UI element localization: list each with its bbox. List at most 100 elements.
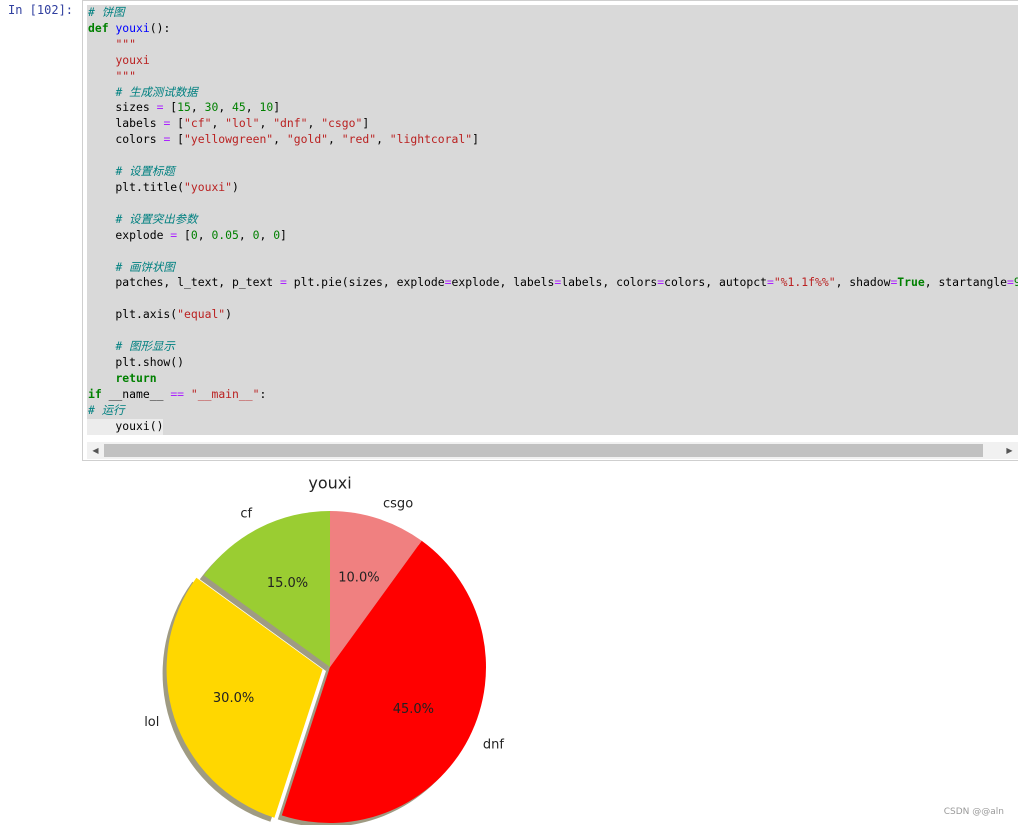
- code-token: ,: [190, 100, 205, 115]
- code-token: 0: [190, 227, 198, 242]
- scroll-right-icon[interactable]: ▶: [1001, 442, 1018, 459]
- cell-output: youxi cf 15.0% lol 30.0% dnf 45.0% csgo 10.0%: [82, 464, 602, 827]
- code-token: labels, colors: [561, 275, 658, 290]
- code-token: [: [177, 227, 191, 242]
- code-token: ]: [472, 132, 479, 147]
- code-text[interactable]: # 饼图 def youxi(): """ youxi """ # 生成测试数据…: [88, 5, 1018, 434]
- code-token: ): [232, 179, 239, 194]
- code-token: 90: [1013, 275, 1018, 290]
- code-token: # 图形显示: [115, 339, 175, 354]
- code-editor[interactable]: # 饼图 def youxi(): """ youxi """ # 生成测试数据…: [87, 5, 1018, 435]
- code-token: # 饼图: [88, 5, 125, 19]
- code-token: # 设置突出参数: [115, 211, 198, 226]
- code-token: sizes: [88, 100, 157, 115]
- watermark: CSDN @@aln: [943, 807, 1004, 817]
- scrollbar-thumb[interactable]: [104, 444, 983, 457]
- code-token: plt.show(): [88, 354, 185, 369]
- code-line: plt.title("youxi"): [88, 179, 239, 194]
- code-token: ,: [245, 100, 260, 115]
- chart-title: youxi: [308, 474, 351, 493]
- code-line: def youxi():: [88, 21, 170, 35]
- pie-label-cf: cf: [240, 507, 252, 522]
- code-token: 15: [177, 100, 191, 115]
- code-token: "__main__": [190, 386, 260, 401]
- code-line: patches, l_text, p_text = plt.pie(sizes,…: [88, 275, 1018, 289]
- code-line: # 生成测试数据: [88, 85, 197, 99]
- code-token: 10: [259, 100, 274, 115]
- code-token: youxi: [115, 20, 150, 35]
- code-token: ():: [149, 20, 171, 35]
- code-line: # 饼图: [88, 5, 125, 19]
- code-token: [: [170, 116, 185, 131]
- code-line: # 设置突出参数: [88, 211, 198, 226]
- code-token: "red": [341, 132, 377, 147]
- code-token: # 设置标题: [115, 164, 175, 179]
- code-token: explode: [88, 227, 171, 242]
- code-token: =: [1007, 275, 1014, 290]
- code-token: patches, l_text, p_text: [88, 275, 281, 290]
- code-token: [: [170, 132, 185, 147]
- pie-label-dnf: dnf: [483, 737, 504, 752]
- code-token: plt.pie(sizes, explode: [286, 275, 445, 290]
- code-token: =: [766, 275, 774, 290]
- code-line: youxi(): [88, 419, 163, 433]
- code-token: "csgo": [321, 116, 363, 131]
- code-line: # 画饼状图: [88, 259, 175, 274]
- code-token: def: [88, 20, 116, 35]
- code-token: ,: [259, 116, 274, 131]
- code-token: ,: [376, 132, 390, 147]
- pie-pct-lol: 30.0%: [213, 691, 254, 706]
- code-line: plt.show(): [88, 355, 184, 369]
- code-token: # 运行: [88, 402, 125, 417]
- code-line: labels = ["cf", "lol", "dnf", "csgo"]: [88, 116, 369, 130]
- code-token: if: [88, 386, 109, 401]
- code-line: explode = [0, 0.05, 0, 0]: [88, 227, 287, 242]
- code-token: return: [115, 370, 157, 385]
- code-token: ,: [328, 132, 342, 147]
- code-token: True: [897, 275, 925, 290]
- code-token: youxi(): [88, 418, 164, 433]
- code-line: colors = ["yellowgreen", "gold", "red", …: [88, 132, 479, 146]
- cell-prompt: In [102]:: [8, 3, 74, 17]
- code-token: 0.05: [211, 227, 239, 242]
- pie-pct-csgo: 10.0%: [338, 570, 379, 585]
- code-token: =: [280, 275, 287, 290]
- code-token: ,: [259, 227, 274, 242]
- code-token: ,: [238, 227, 253, 242]
- code-line: plt.axis("equal"): [88, 307, 232, 321]
- pie-label-csgo: csgo: [383, 496, 413, 511]
- code-token: "gold": [286, 132, 329, 147]
- code-token: plt.title(: [88, 179, 185, 194]
- code-token: ==: [170, 386, 185, 401]
- code-token: [: [163, 100, 178, 115]
- code-token: , shadow: [835, 275, 891, 290]
- code-token: "cf": [184, 116, 212, 131]
- code-token: """: [115, 68, 137, 83]
- code-token: :: [259, 386, 267, 401]
- code-token: explode, labels: [451, 275, 555, 290]
- code-token: "dnf": [273, 116, 308, 131]
- code-token: ]: [362, 116, 370, 131]
- code-cell[interactable]: # 饼图 def youxi(): """ youxi """ # 生成测试数据…: [82, 0, 1018, 461]
- code-token: # 画饼状图: [115, 259, 175, 274]
- scroll-left-icon[interactable]: ◀: [87, 442, 104, 459]
- horizontal-scrollbar[interactable]: ◀ ▶: [87, 442, 1018, 459]
- code-token: , startangle: [924, 275, 1008, 290]
- code-line: if __name__ == "__main__":: [88, 387, 266, 401]
- code-token: ,: [273, 132, 287, 147]
- code-token: ]: [280, 227, 287, 242]
- code-token: ,: [197, 227, 212, 242]
- code-line: # 设置标题: [88, 164, 175, 179]
- code-token: 30: [204, 100, 219, 115]
- code-token: youxi: [115, 52, 150, 67]
- code-token: "lightcoral": [389, 132, 473, 147]
- pie-chart: youxi cf 15.0% lol 30.0% dnf 45.0% csgo 10.0%: [144, 474, 504, 827]
